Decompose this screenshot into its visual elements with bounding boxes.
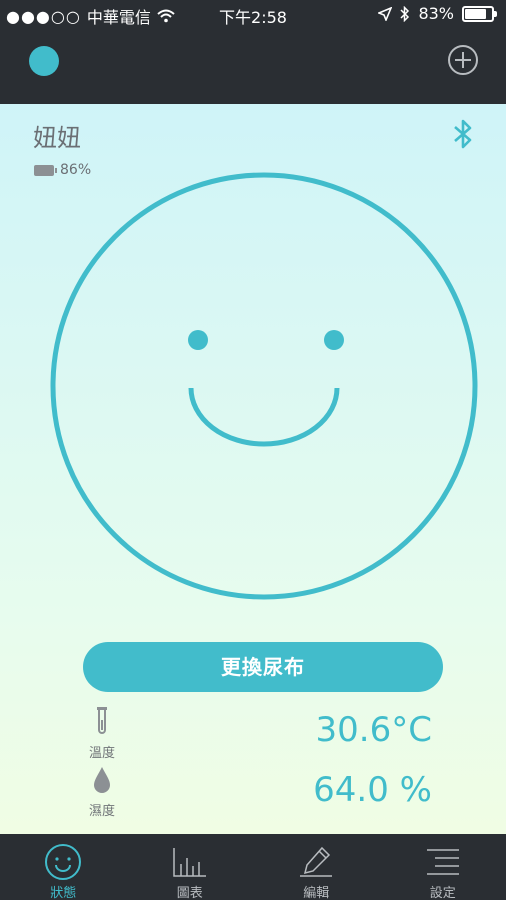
temperature-label: 溫度 bbox=[88, 746, 115, 761]
temperature-row: 溫度 30.6°C bbox=[0, 706, 506, 766]
top-bar: ●●●○○ 中華電信 下午2:58 83% bbox=[0, 0, 506, 104]
humidity-row: 濕度 64.0 % bbox=[0, 766, 506, 826]
baby-name: 妞妞 bbox=[33, 124, 81, 152]
tab-chart[interactable]: 圖表 bbox=[127, 834, 254, 900]
battery-percent: 83% bbox=[418, 4, 454, 23]
tab-edit[interactable]: 編輯 bbox=[253, 834, 380, 900]
status-bar: ●●●○○ 中華電信 下午2:58 83% bbox=[0, 0, 506, 30]
temperature-value: 30.6°C bbox=[315, 710, 432, 750]
bar-chart-icon bbox=[173, 848, 206, 877]
humidity-indicator: 濕度 bbox=[82, 766, 122, 819]
profile-avatar[interactable] bbox=[29, 46, 59, 76]
status-panel: 妞妞 86% 更換尿布 溫度 30.6°C 濕度 64.0 % bbox=[0, 104, 506, 834]
change-diaper-button[interactable]: 更換尿布 bbox=[83, 642, 443, 692]
location-arrow-icon bbox=[378, 6, 393, 21]
humidity-value: 64.0 % bbox=[313, 770, 432, 810]
pencil-icon bbox=[300, 846, 333, 877]
tab-status-label: 狀態 bbox=[50, 886, 77, 900]
happy-face-icon bbox=[50, 172, 478, 600]
tab-settings[interactable]: 設定 bbox=[380, 834, 506, 900]
smile-icon bbox=[45, 844, 82, 880]
app-screen: ●●●○○ 中華電信 下午2:58 83% 妞妞 86% 更換尿布 溫度 30.… bbox=[0, 0, 506, 900]
bluetooth-icon[interactable] bbox=[452, 118, 474, 150]
humidity-label: 濕度 bbox=[88, 804, 115, 819]
tab-edit-label: 編輯 bbox=[303, 886, 330, 900]
water-drop-icon bbox=[94, 767, 110, 793]
add-button[interactable] bbox=[448, 45, 478, 75]
menu-icon bbox=[426, 849, 459, 875]
bluetooth-status-icon bbox=[400, 5, 410, 22]
status-right: 83% bbox=[378, 4, 497, 23]
test-tube-icon bbox=[97, 707, 107, 734]
tab-status[interactable]: 狀態 bbox=[0, 834, 127, 900]
tab-bar: 狀態 圖表 編輯 設定 bbox=[0, 834, 506, 900]
temperature-indicator: 溫度 bbox=[82, 706, 122, 761]
battery-icon bbox=[462, 5, 497, 22]
tab-chart-label: 圖表 bbox=[176, 886, 203, 900]
tab-settings-label: 設定 bbox=[429, 886, 456, 900]
